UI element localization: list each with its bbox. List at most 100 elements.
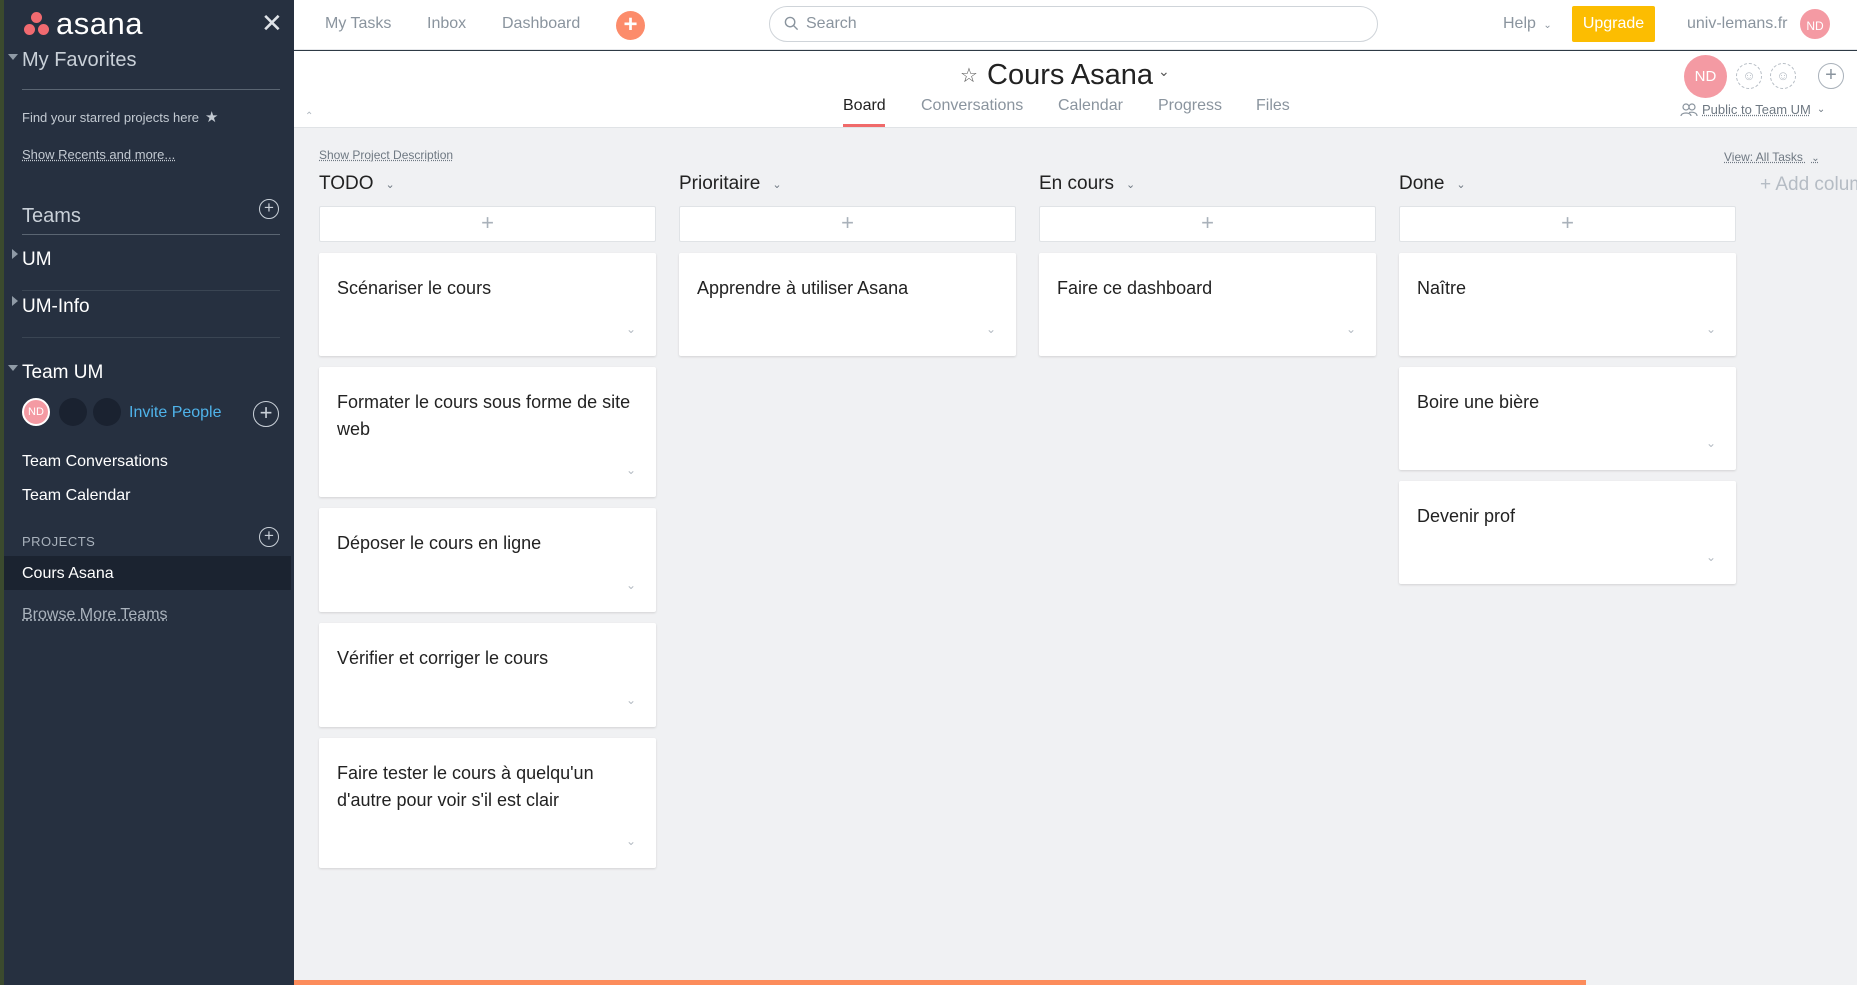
nav-my-tasks[interactable]: My Tasks (325, 15, 391, 33)
task-title: Faire ce dashboard (1057, 275, 1358, 302)
top-bar: My Tasks Inbox Dashboard + Help ⌄ Upgrad… (294, 0, 1857, 50)
team-um-info[interactable]: UM-Info (22, 296, 280, 318)
team-conversations-link[interactable]: Team Conversations (22, 453, 168, 471)
member-avatar-empty[interactable] (59, 398, 87, 426)
add-member-icon[interactable]: + (1818, 63, 1844, 89)
search-box[interactable] (769, 6, 1378, 42)
task-title: Formater le cours sous forme de site web (337, 389, 638, 443)
project-header: ⌃ ☆ Cours Asana ⌄ Board Conversations Ca… (294, 51, 1857, 128)
add-member-icon[interactable]: + (253, 401, 279, 427)
task-title: Déposer le cours en ligne (337, 530, 638, 557)
asana-logo[interactable]: asana (22, 8, 143, 40)
tab-calendar[interactable]: Calendar (1058, 97, 1123, 115)
task-card[interactable]: Vérifier et corriger le cours ⌄ (319, 623, 656, 727)
person-placeholder-icon[interactable]: ☺ (1736, 63, 1762, 89)
chevron-down-icon[interactable]: ⌄ (1706, 550, 1716, 564)
browse-more-teams-link[interactable]: Browse More Teams (22, 606, 168, 624)
chevron-down-icon[interactable]: ⌄ (772, 178, 781, 191)
chevron-down-icon[interactable]: ⌄ (1706, 436, 1716, 450)
invite-people-link[interactable]: Invite People (129, 404, 222, 422)
column-header[interactable]: TODO ⌄ (319, 172, 656, 196)
expand-team-icon[interactable] (12, 296, 18, 306)
task-card[interactable]: Formater le cours sous forme de site web… (319, 367, 656, 497)
board-column-todo: TODO ⌄ + Scénariser le cours ⌄ Formater l… (319, 172, 656, 868)
tab-files[interactable]: Files (1256, 97, 1290, 115)
add-project-icon[interactable]: + (259, 527, 279, 547)
chevron-down-icon[interactable]: ⌄ (1158, 63, 1170, 80)
chevron-down-icon[interactable]: ⌄ (1456, 178, 1465, 191)
favorites-hint-text: Find your starred projects here (22, 110, 199, 125)
show-recents-link[interactable]: Show Recents and more... (22, 147, 175, 162)
close-sidebar-icon[interactable]: ✕ (261, 10, 283, 36)
star-icon: ★ (205, 108, 218, 126)
teams-title: Teams (22, 203, 280, 229)
project-member-avatar[interactable]: ND (1684, 55, 1727, 98)
chevron-down-icon[interactable]: ⌄ (986, 322, 996, 336)
favorites-title[interactable]: My Favorites (22, 47, 280, 73)
search-input[interactable] (806, 12, 1366, 36)
task-card[interactable]: Déposer le cours en ligne ⌄ (319, 508, 656, 612)
chevron-down-icon[interactable]: ⌄ (626, 834, 636, 848)
chevron-down-icon[interactable]: ⌄ (1126, 178, 1135, 191)
nav-inbox[interactable]: Inbox (427, 15, 466, 33)
chevron-down-icon[interactable]: ⌄ (626, 463, 636, 477)
team-calendar-link[interactable]: Team Calendar (22, 487, 131, 505)
chevron-down-icon[interactable]: ⌄ (626, 578, 636, 592)
show-project-description-link[interactable]: Show Project Description (319, 148, 453, 162)
logo-text: asana (56, 8, 143, 40)
task-card[interactable]: Devenir prof ⌄ (1399, 481, 1736, 584)
chevron-down-icon[interactable]: ⌄ (626, 322, 636, 336)
upgrade-button[interactable]: Upgrade (1572, 6, 1655, 42)
nav-dashboard[interactable]: Dashboard (502, 15, 580, 33)
privacy-setting[interactable]: Public to Team UM ⌄ (1680, 102, 1825, 117)
task-card[interactable]: Boire une bière ⌄ (1399, 367, 1736, 470)
add-team-icon[interactable]: + (259, 199, 279, 219)
view-filter[interactable]: View: All Tasks ⌄ (1724, 150, 1820, 164)
column-header[interactable]: Done ⌄ (1399, 172, 1736, 196)
horizontal-scrollbar[interactable] (294, 980, 1586, 985)
collapse-favorites-icon[interactable] (8, 54, 18, 60)
column-header[interactable]: En cours ⌄ (1039, 172, 1376, 196)
recents-link-wrap: Show Recents and more... (22, 146, 280, 164)
chevron-down-icon[interactable]: ⌄ (626, 693, 636, 707)
add-task-button[interactable]: + (1399, 206, 1736, 242)
task-card[interactable]: Faire tester le cours à quelqu'un d'autr… (319, 738, 656, 868)
chevron-down-icon[interactable]: ⌄ (1706, 322, 1716, 336)
task-card[interactable]: Faire ce dashboard ⌄ (1039, 253, 1376, 356)
board-column-prioritaire: Prioritaire ⌄ + Apprendre à utiliser Asa… (679, 172, 1016, 356)
current-team-name[interactable]: Team UM (22, 362, 280, 384)
add-task-button[interactable]: + (319, 206, 656, 242)
tab-conversations[interactable]: Conversations (921, 97, 1023, 115)
tab-progress[interactable]: Progress (1158, 97, 1222, 115)
member-avatar[interactable]: ND (22, 398, 50, 426)
person-placeholder-icon[interactable]: ☺ (1770, 63, 1796, 89)
collapse-team-icon[interactable] (8, 365, 18, 371)
workspace-switcher[interactable]: univ-lemans.fr (1687, 15, 1787, 33)
add-task-button[interactable]: + (679, 206, 1016, 242)
star-outline-icon[interactable]: ☆ (960, 63, 978, 88)
quick-add-button[interactable]: + (616, 11, 645, 40)
member-avatar-empty[interactable] (93, 398, 121, 426)
chevron-up-icon[interactable]: ⌃ (305, 111, 313, 122)
task-card[interactable]: Apprendre à utiliser Asana ⌄ (679, 253, 1016, 356)
chevron-down-icon[interactable]: ⌄ (386, 178, 395, 191)
task-title: Faire tester le cours à quelqu'un d'autr… (337, 760, 638, 814)
task-card[interactable]: Scénariser le cours ⌄ (319, 253, 656, 356)
expand-team-icon[interactable] (12, 249, 18, 259)
tab-board[interactable]: Board (843, 97, 886, 115)
project-title[interactable]: Cours Asana (987, 59, 1153, 92)
team-um[interactable]: UM (22, 249, 280, 271)
divider (22, 290, 280, 291)
chevron-down-icon[interactable]: ⌄ (1346, 322, 1356, 336)
privacy-label: Public to Team UM (1702, 102, 1811, 117)
column-title: Done (1399, 173, 1444, 195)
board-column-done: Done ⌄ + Naître ⌄ Boire une bière ⌄ Deveni… (1399, 172, 1736, 584)
user-avatar[interactable]: ND (1798, 7, 1832, 41)
column-header[interactable]: Prioritaire ⌄ (679, 172, 1016, 196)
task-title: Boire une bière (1417, 389, 1718, 416)
add-column-button[interactable]: + Add colum (1760, 174, 1857, 196)
help-menu[interactable]: Help ⌄ (1503, 15, 1552, 33)
add-task-button[interactable]: + (1039, 206, 1376, 242)
project-item-cours-asana[interactable]: Cours Asana (22, 565, 114, 583)
task-card[interactable]: Naître ⌄ (1399, 253, 1736, 356)
